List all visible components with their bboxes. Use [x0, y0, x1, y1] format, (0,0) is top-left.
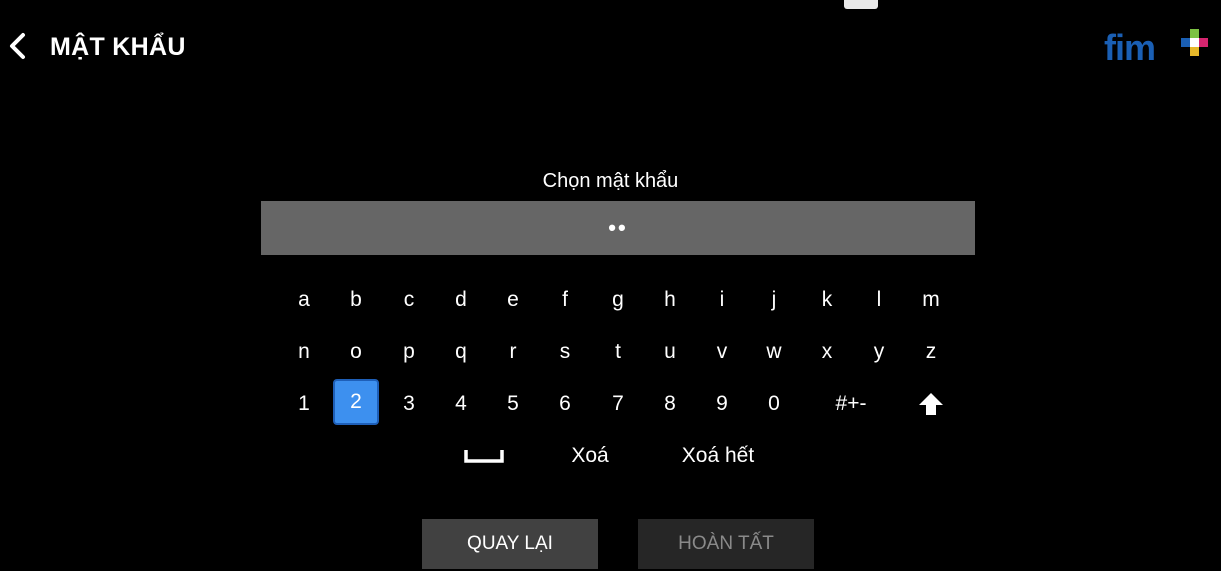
key-f[interactable]: f: [542, 277, 588, 323]
page-title: MẬT KHẨU: [50, 33, 186, 61]
chevron-left-icon: [10, 33, 25, 59]
password-prompt: Chọn mật khẩu: [542, 170, 679, 192]
key-7[interactable]: 7: [595, 381, 641, 427]
key-y[interactable]: y: [856, 329, 902, 375]
symbols-key[interactable]: #+-: [821, 381, 881, 427]
delete-key[interactable]: Xoá: [555, 433, 625, 479]
key-j[interactable]: j: [751, 277, 797, 323]
key-3[interactable]: 3: [386, 381, 432, 427]
key-8[interactable]: 8: [647, 381, 693, 427]
key-p[interactable]: p: [386, 329, 432, 375]
key-0[interactable]: 0: [751, 381, 797, 427]
shift-arrow-icon: [919, 393, 943, 415]
key-q[interactable]: q: [438, 329, 484, 375]
key-l[interactable]: l: [856, 277, 902, 323]
key-5[interactable]: 5: [490, 381, 536, 427]
key-i[interactable]: i: [699, 277, 745, 323]
key-u[interactable]: u: [647, 329, 693, 375]
key-2-selected[interactable]: 2: [333, 379, 379, 425]
svg-text:fim: fim: [1104, 27, 1155, 66]
key-o[interactable]: o: [333, 329, 379, 375]
key-g[interactable]: g: [595, 277, 641, 323]
password-field[interactable]: ••: [261, 201, 975, 255]
key-m[interactable]: m: [908, 277, 954, 323]
key-k[interactable]: k: [804, 277, 850, 323]
key-a[interactable]: a: [281, 277, 327, 323]
key-c[interactable]: c: [386, 277, 432, 323]
key-n[interactable]: n: [281, 329, 327, 375]
key-9[interactable]: 9: [699, 381, 745, 427]
key-z[interactable]: z: [908, 329, 954, 375]
key-w[interactable]: w: [751, 329, 797, 375]
key-h[interactable]: h: [647, 277, 693, 323]
space-key[interactable]: [460, 433, 508, 479]
password-screen: MẬT KHẨU fim Chọn mật khẩu •• a b c d e …: [0, 0, 1221, 571]
key-1[interactable]: 1: [281, 381, 327, 427]
key-6[interactable]: 6: [542, 381, 588, 427]
key-t[interactable]: t: [595, 329, 641, 375]
space-bar-icon: [464, 450, 504, 463]
back-icon[interactable]: [6, 31, 28, 61]
clear-all-key[interactable]: Xoá hết: [668, 433, 768, 479]
fim-plus-logo: fim: [1104, 26, 1208, 68]
key-v[interactable]: v: [699, 329, 745, 375]
key-4[interactable]: 4: [438, 381, 484, 427]
key-x[interactable]: x: [804, 329, 850, 375]
key-e[interactable]: e: [490, 277, 536, 323]
keyboard-toggle-tab[interactable]: [844, 0, 878, 9]
shift-key[interactable]: [908, 381, 954, 427]
key-d[interactable]: d: [438, 277, 484, 323]
done-button[interactable]: HOÀN TẤT: [638, 519, 814, 569]
key-b[interactable]: b: [333, 277, 379, 323]
back-button[interactable]: QUAY LẠI: [422, 519, 598, 569]
key-r[interactable]: r: [490, 329, 536, 375]
key-s[interactable]: s: [542, 329, 588, 375]
